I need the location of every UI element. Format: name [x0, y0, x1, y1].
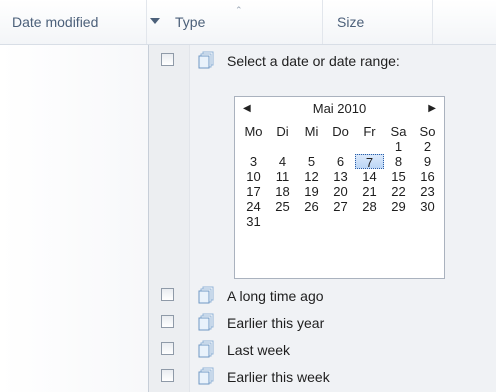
weekday-label: Sa	[390, 124, 407, 139]
stack-icon	[198, 313, 214, 331]
filter-row-date-range[interactable]: Select a date or date range:	[149, 47, 496, 75]
checkbox[interactable]	[161, 342, 174, 355]
calendar-day[interactable]: 9	[413, 154, 442, 169]
calendar-day[interactable]: 17	[239, 184, 268, 199]
date-filter-dropdown: Select a date or date range: ◀ Mai 2010 …	[148, 45, 496, 392]
calendar-empty-cell	[268, 139, 297, 154]
calendar-day[interactable]: 2	[413, 139, 442, 154]
calendar-week-row: 24 25 26 27 28 29 30	[239, 199, 442, 214]
calendar-day[interactable]: 3	[239, 154, 268, 169]
calendar-day[interactable]: 26	[297, 199, 326, 214]
calendar-empty-cell	[384, 214, 413, 229]
stack-icon	[198, 51, 214, 69]
calendar-day[interactable]: 29	[384, 199, 413, 214]
calendar-empty-cell	[297, 139, 326, 154]
calendar-day[interactable]: 7	[355, 154, 384, 170]
column-header-empty	[432, 0, 496, 44]
calendar-week-row: 12	[239, 139, 442, 154]
weekday-label: Mi	[304, 124, 319, 139]
calendar-day[interactable]: 1	[384, 139, 413, 154]
calendar-day[interactable]: 21	[355, 184, 384, 199]
column-header-date-modified[interactable]: Date modified	[0, 0, 146, 44]
column-header-type[interactable]: Type	[146, 0, 322, 44]
select-date-label: Select a date or date range:	[227, 53, 400, 69]
calendar-day[interactable]: 24	[239, 199, 268, 214]
calendar-day[interactable]: 18	[268, 184, 297, 199]
calendar-day[interactable]: 30	[413, 199, 442, 214]
filter-option-row[interactable]: A long time ago	[149, 282, 496, 310]
calendar-day[interactable]: 14	[355, 169, 384, 184]
checkbox[interactable]	[161, 315, 174, 328]
calendar-empty-cell	[413, 214, 442, 229]
calendar-empty-cell	[326, 214, 355, 229]
calendar-day[interactable]: 12	[297, 169, 326, 184]
column-header-size[interactable]: Size	[322, 0, 432, 44]
calendar-week-row: 3456789	[239, 154, 442, 170]
calendar-grid: Mo Di Mi Do Fr Sa So 1 2 3 4 5 6 7 8 9 10 11 12 13 14 15 16 17 1…	[239, 124, 442, 229]
checkbox[interactable]	[161, 369, 174, 382]
calendar-week-row: 10 11 12 13 14 15 16	[239, 169, 442, 184]
weekday-label: Mo	[244, 124, 263, 139]
calendar-day[interactable]: 22	[384, 184, 413, 199]
calendar-day[interactable]: 8	[384, 154, 413, 169]
checkbox[interactable]	[161, 288, 174, 301]
calendar-weekday-header: Mo Di Mi Do Fr Sa So	[239, 124, 442, 139]
calendar: ◀ Mai 2010 ▶ Mo Di Mi Do Fr Sa So 1 2 3 4 5 6 7 8 9 10 11…	[234, 96, 445, 279]
calendar-empty-cell	[239, 139, 268, 154]
column-header-bar: Date modified Type ⌃ Size	[0, 0, 496, 45]
calendar-day[interactable]: 28	[355, 199, 384, 214]
calendar-day[interactable]: 31	[239, 214, 268, 229]
checkbox[interactable]	[161, 53, 174, 66]
stack-icon	[198, 340, 214, 358]
filter-option-row[interactable]: Last week	[149, 336, 496, 364]
stack-icon	[198, 367, 214, 385]
calendar-day[interactable]: 5	[297, 154, 326, 169]
calendar-day[interactable]: 13	[326, 169, 355, 184]
calendar-day[interactable]: 6	[326, 154, 355, 169]
calendar-day[interactable]: 11	[268, 169, 297, 184]
calendar-week-row: 31	[239, 214, 442, 229]
calendar-empty-cell	[268, 214, 297, 229]
filter-option-label: Earlier this week	[227, 369, 330, 385]
calendar-month-title[interactable]: Mai 2010	[235, 101, 444, 116]
calendar-day[interactable]: 16	[413, 169, 442, 184]
calendar-day[interactable]: 15	[384, 169, 413, 184]
calendar-day[interactable]: 10	[239, 169, 268, 184]
stack-icon	[198, 286, 214, 304]
calendar-day[interactable]: 25	[268, 199, 297, 214]
weekday-label: Do	[332, 124, 349, 139]
calendar-empty-cell	[297, 214, 326, 229]
calendar-empty-cell	[355, 214, 384, 229]
calendar-day[interactable]: 23	[413, 184, 442, 199]
weekday-label: Di	[276, 124, 289, 139]
calendar-empty-cell	[355, 139, 384, 154]
filter-option-row[interactable]: Earlier this year	[149, 309, 496, 337]
calendar-day[interactable]: 4	[268, 154, 297, 169]
calendar-day[interactable]: 19	[297, 184, 326, 199]
file-list-column	[0, 45, 148, 392]
calendar-week-row: 17 18 19 20 21 22 23	[239, 184, 442, 199]
calendar-day[interactable]: 27	[326, 199, 355, 214]
weekday-label: Fr	[363, 124, 376, 139]
next-month-arrow-icon[interactable]: ▶	[428, 103, 436, 114]
filter-option-label: A long time ago	[227, 288, 324, 304]
filter-option-label: Earlier this year	[227, 315, 325, 331]
weekday-label: So	[419, 124, 436, 139]
filter-option-row[interactable]: Earlier this week	[149, 363, 496, 391]
calendar-day[interactable]: 20	[326, 184, 355, 199]
calendar-empty-cell	[326, 139, 355, 154]
sort-indicator-icon: ⌃	[235, 5, 243, 15]
filter-option-label: Last week	[227, 342, 291, 358]
